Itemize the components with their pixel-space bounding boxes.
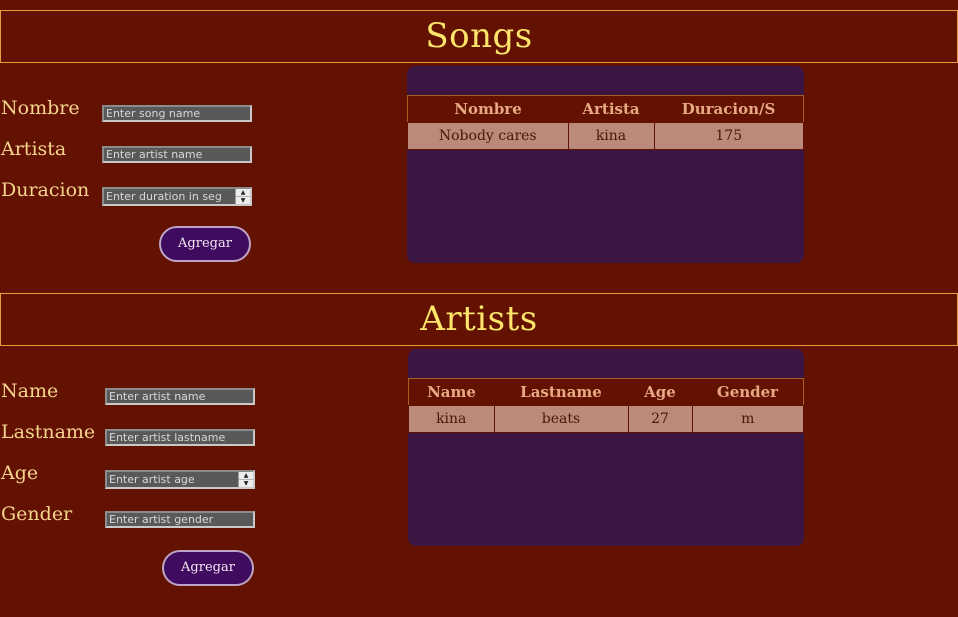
spin-up-icon[interactable]: ▲ (239, 472, 253, 480)
song-duration-field: ▲ ▼ (102, 187, 252, 206)
songs-table-header-row: Nombre Artista Duracion/S (407, 95, 804, 123)
artist-age-label: Age (1, 462, 39, 484)
artist-cell-lastname: beats (493, 405, 629, 433)
spin-up-icon[interactable]: ▲ (236, 189, 250, 197)
artist-lastname-input[interactable] (105, 429, 255, 446)
artist-cell-name: kina (408, 405, 495, 433)
song-cell-artista: kina (567, 122, 655, 150)
table-row: Nobody cares kina 175 (407, 122, 804, 150)
spin-down-icon[interactable]: ▼ (239, 480, 253, 487)
songs-table-panel: Nombre Artista Duracion/S Nobody cares k… (407, 66, 804, 263)
artist-lastname-label: Lastname (1, 421, 96, 443)
songs-col-nombre: Nombre (407, 95, 568, 123)
artist-name-input[interactable] (105, 388, 255, 405)
artist-age-input[interactable] (105, 470, 255, 489)
songs-table: Nombre Artista Duracion/S Nobody cares k… (407, 95, 804, 150)
song-duracion-label: Duracion (1, 179, 90, 201)
artists-header: Artists (0, 293, 958, 346)
song-name-input[interactable] (102, 105, 252, 122)
songs-col-duracion: Duracion/S (654, 95, 804, 123)
duration-spinner[interactable]: ▲ ▼ (235, 189, 250, 204)
songs-title: Songs (425, 16, 533, 56)
artist-cell-gender: m (691, 405, 804, 433)
songs-col-artista: Artista (568, 95, 654, 123)
artist-gender-label: Gender (1, 503, 73, 525)
artist-cell-age: 27 (627, 405, 693, 433)
artists-title: Artists (420, 299, 538, 339)
song-cell-nombre: Nobody cares (407, 122, 569, 150)
add-song-button[interactable]: Agregar (159, 226, 251, 262)
song-nombre-label: Nombre (1, 97, 80, 119)
artist-name-label: Name (1, 380, 59, 402)
artists-table: Name Lastname Age Gender kina beats 27 m (408, 378, 804, 433)
artist-gender-input[interactable] (105, 511, 255, 528)
artists-col-gender: Gender (692, 378, 804, 406)
song-cell-duracion: 175 (653, 122, 804, 150)
artists-col-age: Age (628, 378, 692, 406)
song-artista-label: Artista (1, 138, 67, 160)
artists-table-panel: Name Lastname Age Gender kina beats 27 m (408, 349, 804, 546)
spin-down-icon[interactable]: ▼ (236, 197, 250, 204)
add-artist-button[interactable]: Agregar (162, 550, 254, 586)
artists-table-header-row: Name Lastname Age Gender (408, 378, 804, 406)
artists-col-name: Name (408, 378, 494, 406)
table-row: kina beats 27 m (408, 405, 804, 433)
songs-header: Songs (0, 10, 958, 63)
song-artist-input[interactable] (102, 146, 252, 163)
artists-col-lastname: Lastname (494, 378, 628, 406)
song-duration-input[interactable] (102, 187, 252, 206)
artist-age-field: ▲ ▼ (105, 470, 255, 489)
age-spinner[interactable]: ▲ ▼ (238, 472, 253, 487)
